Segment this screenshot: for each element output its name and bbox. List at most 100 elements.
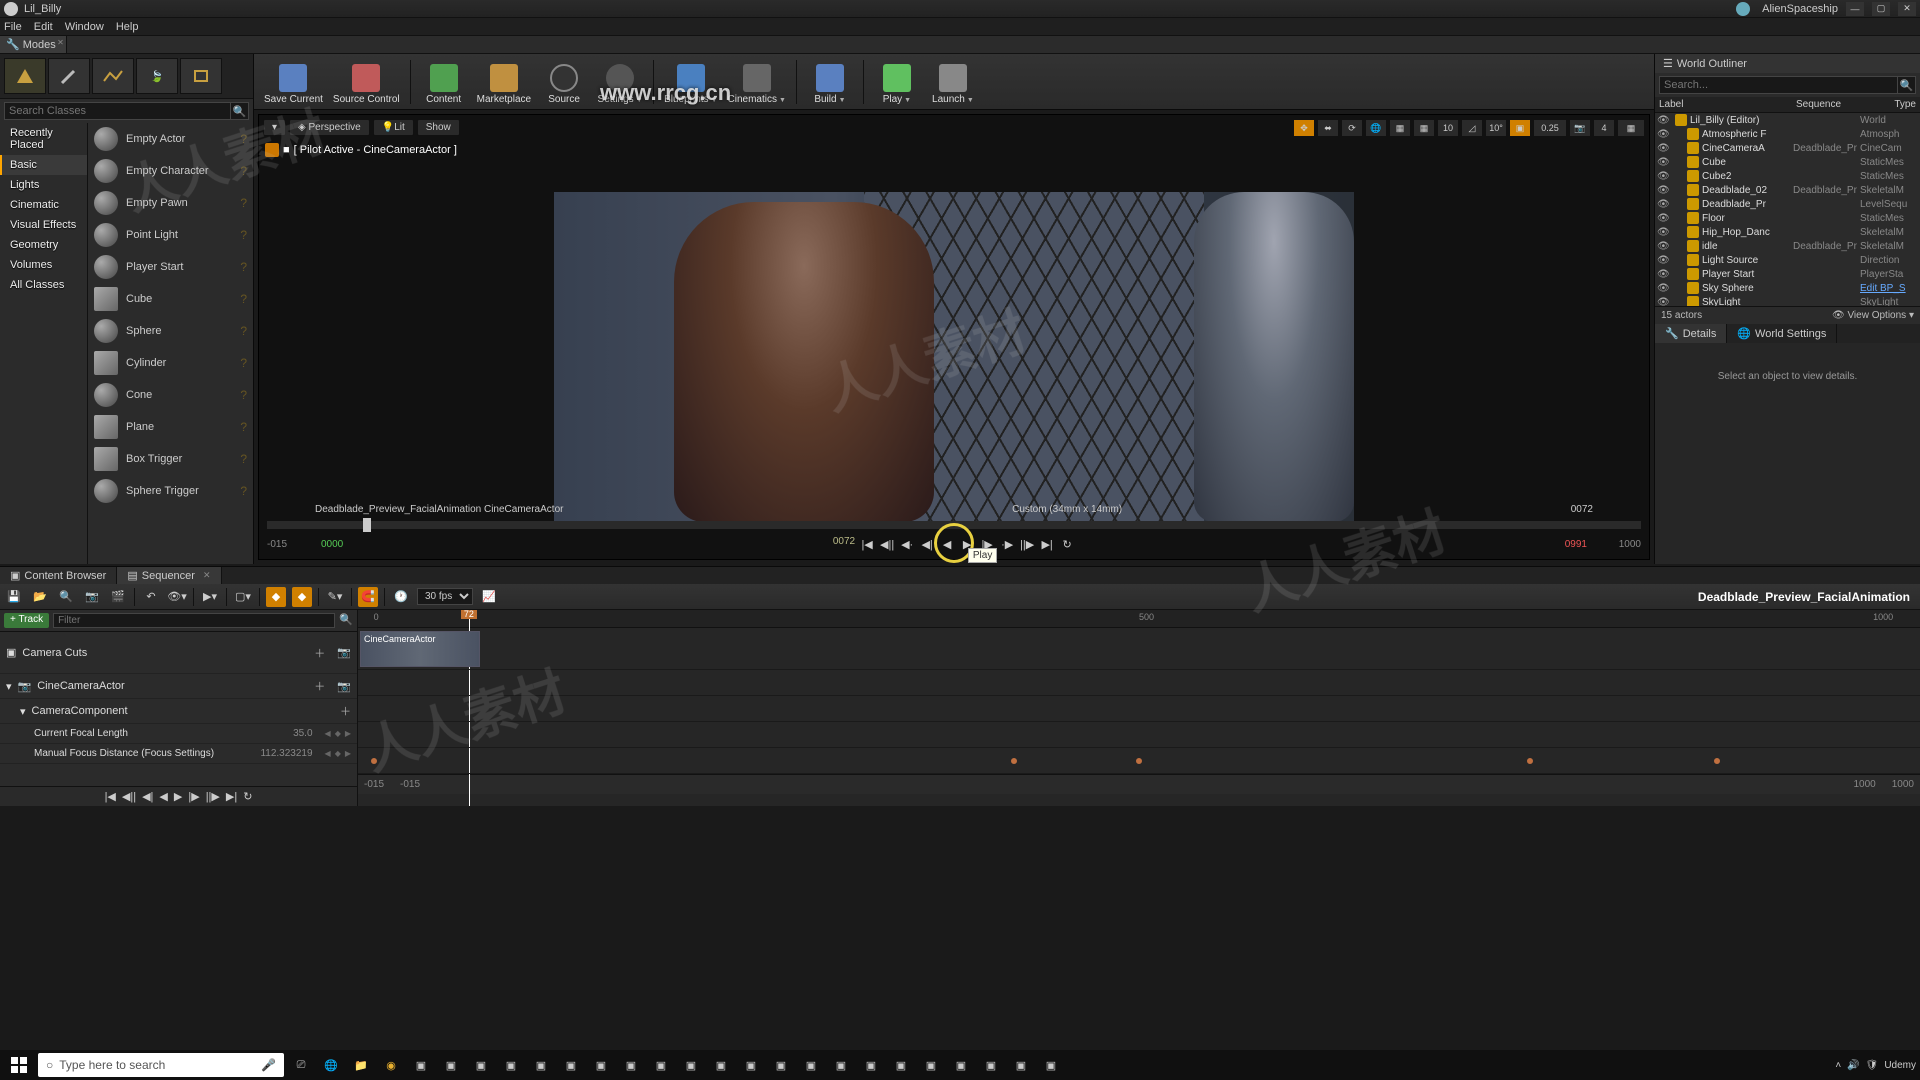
taskbar-app-icon[interactable]: ▣: [978, 1052, 1004, 1078]
launch-button[interactable]: Launch▼: [926, 57, 980, 107]
taskbar-app-icon[interactable]: ▣: [498, 1052, 524, 1078]
category-basic[interactable]: Basic: [0, 155, 87, 175]
range-end-disp[interactable]: 1000: [1892, 779, 1914, 790]
outliner-row[interactable]: 👁Player StartPlayerSta: [1655, 267, 1920, 281]
menu-edit[interactable]: Edit: [34, 21, 53, 33]
camera-cut-clip[interactable]: CineCameraActor: [360, 631, 480, 667]
actor-empty-pawn[interactable]: Empty Pawn?: [88, 187, 253, 219]
transform-select-button[interactable]: ✥: [1293, 119, 1315, 137]
grid-snap-value[interactable]: 10: [1437, 119, 1459, 137]
track-value[interactable]: 112.323219: [260, 748, 312, 759]
category-recently-placed[interactable]: Recently Placed: [0, 123, 87, 155]
step-fwd-button[interactable]: ||▶: [1019, 536, 1035, 552]
taskbar-app-icon[interactable]: ▣: [648, 1052, 674, 1078]
view-options-button[interactable]: 👁 View Options ▾: [1832, 310, 1914, 321]
actor-plane[interactable]: Plane?: [88, 411, 253, 443]
render-movie-icon[interactable]: 📷: [82, 587, 102, 607]
actor-sphere-trigger[interactable]: Sphere Trigger?: [88, 475, 253, 507]
viewport[interactable]: ▾ ◈ Perspective 💡Lit Show ✥ ⬌ ⟳ 🌐 ▦ ▦ 10…: [258, 114, 1650, 560]
close-icon[interactable]: ✕: [203, 570, 211, 581]
close-icon[interactable]: ✕: [57, 38, 64, 47]
loop-button[interactable]: ↻: [1059, 536, 1075, 552]
visibility-icon[interactable]: 👁: [1657, 199, 1669, 210]
help-icon[interactable]: ?: [240, 260, 247, 274]
scale-snap-button[interactable]: ▣: [1509, 119, 1531, 137]
track-focal-length[interactable]: Current Focal Length 35.0 ◀◆▶: [0, 724, 357, 744]
content-button[interactable]: Content: [417, 57, 471, 107]
camera-cuts-lane[interactable]: CineCameraActor: [358, 628, 1920, 670]
help-icon[interactable]: ?: [240, 388, 247, 402]
world-settings-tab[interactable]: 🌐World Settings: [1727, 324, 1837, 343]
snap-icon[interactable]: 🧲: [358, 587, 378, 607]
scale-snap-value[interactable]: 0.25: [1533, 119, 1567, 137]
taskbar-app-icon[interactable]: ▣: [768, 1052, 794, 1078]
prev-key-icon[interactable]: ◀: [325, 729, 331, 738]
outliner-row[interactable]: 👁Deadblade_PrLevelSequ: [1655, 197, 1920, 211]
track-cine-camera[interactable]: ▾ 📷 CineCameraActor ＋ 📷: [0, 674, 357, 699]
play-button[interactable]: Play▼: [870, 57, 924, 107]
category-lights[interactable]: Lights: [0, 175, 87, 195]
visibility-icon[interactable]: 👁: [1657, 213, 1669, 224]
transform-move-button[interactable]: ⬌: [1317, 119, 1339, 137]
outliner-row[interactable]: 👁Deadblade_02Deadblade_Preview_FacSkelet…: [1655, 183, 1920, 197]
menu-file[interactable]: File: [4, 21, 22, 33]
category-cinematic[interactable]: Cinematic: [0, 195, 87, 215]
surface-snap-button[interactable]: ▦: [1389, 119, 1411, 137]
taskbar-app-icon[interactable]: ▣: [678, 1052, 704, 1078]
help-icon[interactable]: ?: [240, 356, 247, 370]
col-label[interactable]: Label: [1659, 99, 1796, 110]
focal-length-lane[interactable]: [358, 722, 1920, 748]
to-end-button[interactable]: ▶|: [1039, 536, 1055, 552]
place-mode-button[interactable]: [4, 58, 46, 94]
play-reverse-button[interactable]: ◀: [159, 790, 167, 803]
track-camera-component[interactable]: ▾ CameraComponent ＋: [0, 699, 357, 724]
render-settings-icon[interactable]: 🎬: [108, 587, 128, 607]
visibility-icon[interactable]: 👁: [1657, 241, 1669, 252]
visibility-icon[interactable]: 👁: [1657, 143, 1669, 154]
play-reverse-button[interactable]: ◀: [939, 536, 955, 552]
autokey-icon[interactable]: ◆: [292, 587, 312, 607]
outliner-row[interactable]: 👁Atmospheric FAtmosph: [1655, 127, 1920, 141]
stop-pilot-icon[interactable]: ■: [283, 144, 290, 156]
frame-start[interactable]: 0000: [321, 539, 375, 550]
system-tray[interactable]: ˄ 🔊 🛡 Udemy: [1835, 1060, 1916, 1071]
range-end[interactable]: 1000: [1854, 779, 1876, 790]
taskbar-app-icon[interactable]: 🌐: [318, 1052, 344, 1078]
visibility-icon[interactable]: 👁: [1657, 269, 1669, 280]
cinematics-button[interactable]: Cinematics▼: [724, 57, 790, 107]
save-icon[interactable]: 💾: [4, 587, 24, 607]
loop-button[interactable]: ↻: [243, 790, 252, 803]
outliner-row[interactable]: 👁Hip_Hop_DancSkeletalM: [1655, 225, 1920, 239]
view-icon[interactable]: 👁▾: [167, 587, 187, 607]
frame-back-button[interactable]: ◀|: [142, 790, 153, 803]
taskbar-app-icon[interactable]: ▣: [1008, 1052, 1034, 1078]
step-back-button[interactable]: ◀||: [122, 790, 136, 803]
add-track-button[interactable]: + Track: [4, 613, 49, 628]
visibility-icon[interactable]: 👁: [1657, 157, 1669, 168]
category-volumes[interactable]: Volumes: [0, 255, 87, 275]
source-control-button[interactable]: Source Control: [329, 57, 404, 107]
edit-icon[interactable]: ✎▾: [325, 587, 345, 607]
help-icon[interactable]: ?: [240, 420, 247, 434]
start-button[interactable]: [4, 1052, 34, 1078]
help-icon[interactable]: ?: [240, 324, 247, 338]
camera-speed-value[interactable]: 4: [1593, 119, 1615, 137]
actor-player-start[interactable]: Player Start?: [88, 251, 253, 283]
keyframe[interactable]: [1136, 758, 1142, 764]
actor-cube[interactable]: Cube?: [88, 283, 253, 315]
lock-icon[interactable]: 📷: [337, 646, 351, 659]
search-icon[interactable]: 🔍: [56, 587, 76, 607]
search-icon[interactable]: 🔍: [1898, 76, 1916, 94]
taskbar-app-icon[interactable]: ▣: [708, 1052, 734, 1078]
foliage-mode-button[interactable]: 🍃: [136, 58, 178, 94]
focus-distance-lane[interactable]: [358, 748, 1920, 774]
taskbar-app-icon[interactable]: ▣: [588, 1052, 614, 1078]
frame-end[interactable]: 0991: [1533, 539, 1587, 550]
key-back-button[interactable]: ◀·: [899, 536, 915, 552]
add-subtrack-button[interactable]: ＋: [314, 678, 325, 694]
frame-fwd-button[interactable]: |▶: [188, 790, 199, 803]
col-type[interactable]: Type: [1860, 99, 1916, 110]
outliner-search-input[interactable]: [1659, 76, 1898, 94]
actor-empty-character[interactable]: Empty Character?: [88, 155, 253, 187]
timeline[interactable]: 0 500 1000 72 CineCameraActor -015 -015: [358, 610, 1920, 806]
